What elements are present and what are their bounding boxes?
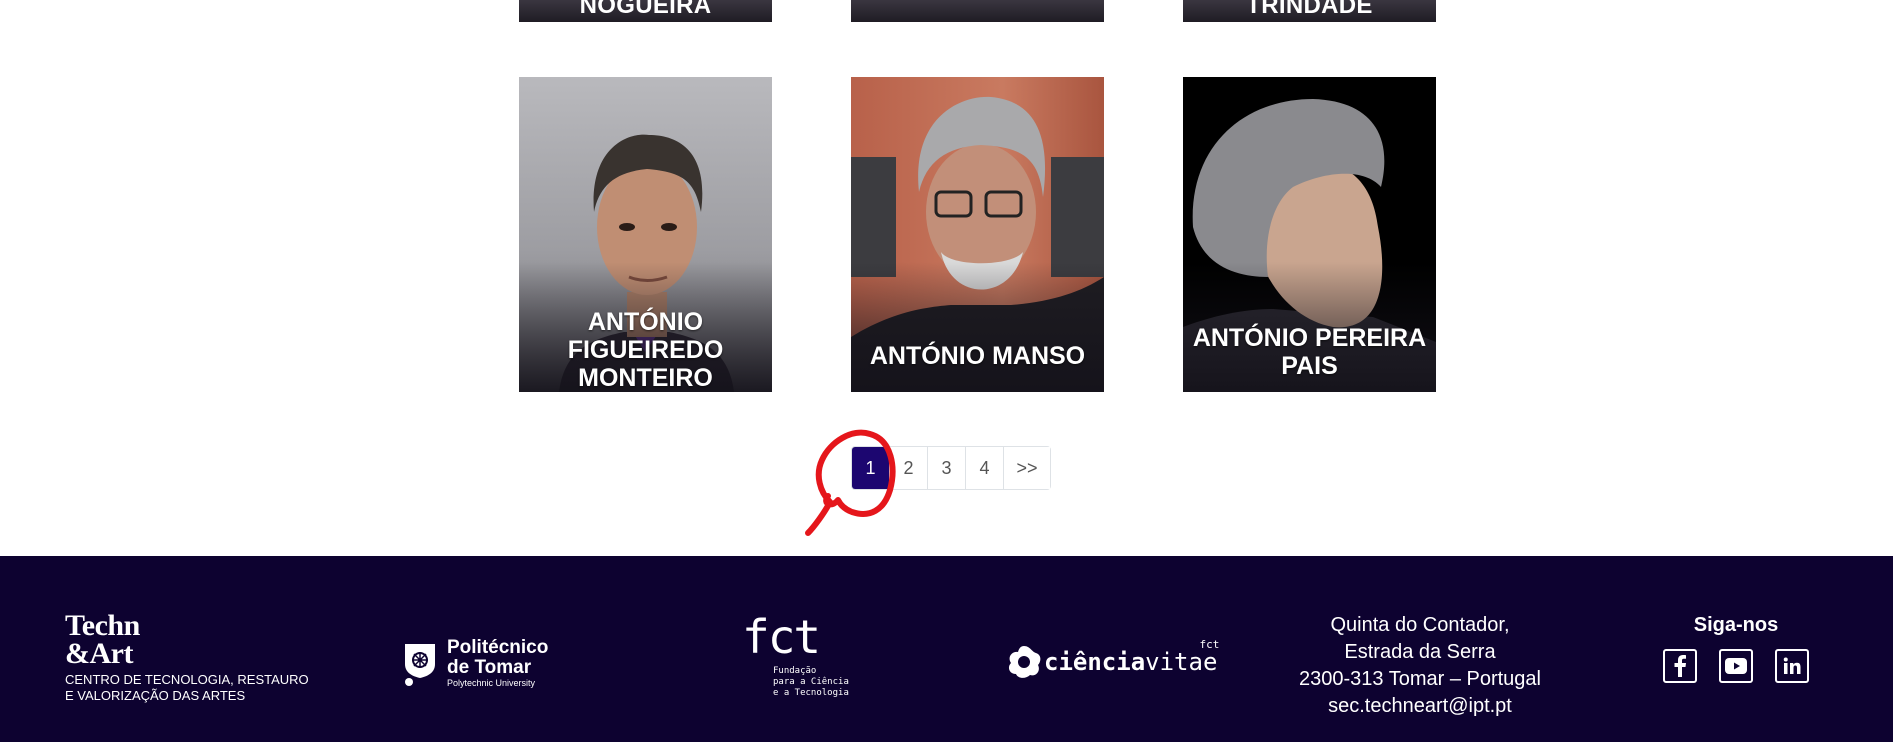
address-line-3: 2300-313 Tomar – Portugal [1298,668,1541,690]
cv-light: vitae [1145,648,1218,676]
email-link[interactable]: sec.techneart@ipt.pt [1290,693,1550,720]
cv-fct-mini: fct [1199,638,1220,651]
social-title: Siga-nos [1693,614,1779,636]
address-line-2: Estrada da Serra [1344,641,1496,663]
logo-subtitle-1: CENTRO DE TECNOLOGIA, RESTAURO [65,672,309,687]
team-card[interactable]: NOGUEIRA [519,0,772,22]
team-card-name: ANTÓNIO MANSO [869,342,1086,370]
ciencia-vitae-blob-icon [1008,646,1041,678]
team-top-row: NOGUEIRA TRINDADE [519,0,1436,22]
fct-sub-2: para a Ciência [773,677,849,687]
card-shade [851,262,1104,392]
site-footer: Techn &Art CENTRO DE TECNOLOGIA, RESTAUR… [0,556,1893,742]
team-card-name: NOGUEIRA [579,0,712,19]
youtube-icon[interactable] [1719,649,1753,683]
team-card-name: TRINDADE [1246,0,1373,19]
team-card[interactable]: TRINDADE [1183,0,1436,22]
logo-subtitle-2: E VALORIZAÇÃO DAS ARTES [65,688,246,703]
logo-title-2: &Art [65,637,133,670]
address-line-1: Quinta do Contador, [1330,614,1510,636]
ipt-shield-icon [405,643,435,686]
linkedin-icon[interactable] [1775,649,1809,683]
techn-art-logo[interactable]: Techn &Art CENTRO DE TECNOLOGIA, RESTAUR… [65,609,309,704]
page-4-link[interactable]: 4 [966,447,1004,489]
address-block: Quinta do Contador, Estrada da Serra 230… [1290,612,1550,720]
red-circle-annotation [805,429,896,536]
next-page-link[interactable]: >> [1004,447,1050,489]
ipt-name-2: de Tomar [447,657,532,678]
team-card[interactable] [851,0,1104,22]
team-card-name: ANTÓNIO FIGUEIREDO MONTEIRO [567,308,724,392]
ciencia-vitae-logo[interactable]: ciênciavitae fct [1006,638,1219,680]
team-card[interactable]: ANTÓNIO PEREIRA PAIS [1183,77,1436,392]
fct-logo[interactable]: fct Fundação para a Ciência e a Tecnolog… [742,612,849,699]
fct-wordmark: fct [742,610,821,664]
team-card[interactable]: ANTÓNIO MANSO [851,77,1104,392]
fct-sub-3: e a Tecnologia [773,688,849,698]
facebook-icon[interactable] [1663,649,1697,683]
team-card[interactable]: ANTÓNIO FIGUEIREDO MONTEIRO [519,77,772,392]
ipt-subtitle: Polytechnic University [447,678,536,688]
logo-title-1: Techn [65,609,140,642]
social-block: Siga-nos [1656,612,1816,683]
page-3-link[interactable]: 3 [928,447,966,489]
cv-bold: ciência [1044,648,1146,676]
fct-sub-1: Fundação [773,666,817,676]
team-card-name: ANTÓNIO PEREIRA PAIS [1192,324,1427,380]
ipt-name-1: Politécnico [447,637,549,658]
politecnico-tomar-logo[interactable]: Politécnico de Tomar Polytechnic Univers… [403,638,548,689]
